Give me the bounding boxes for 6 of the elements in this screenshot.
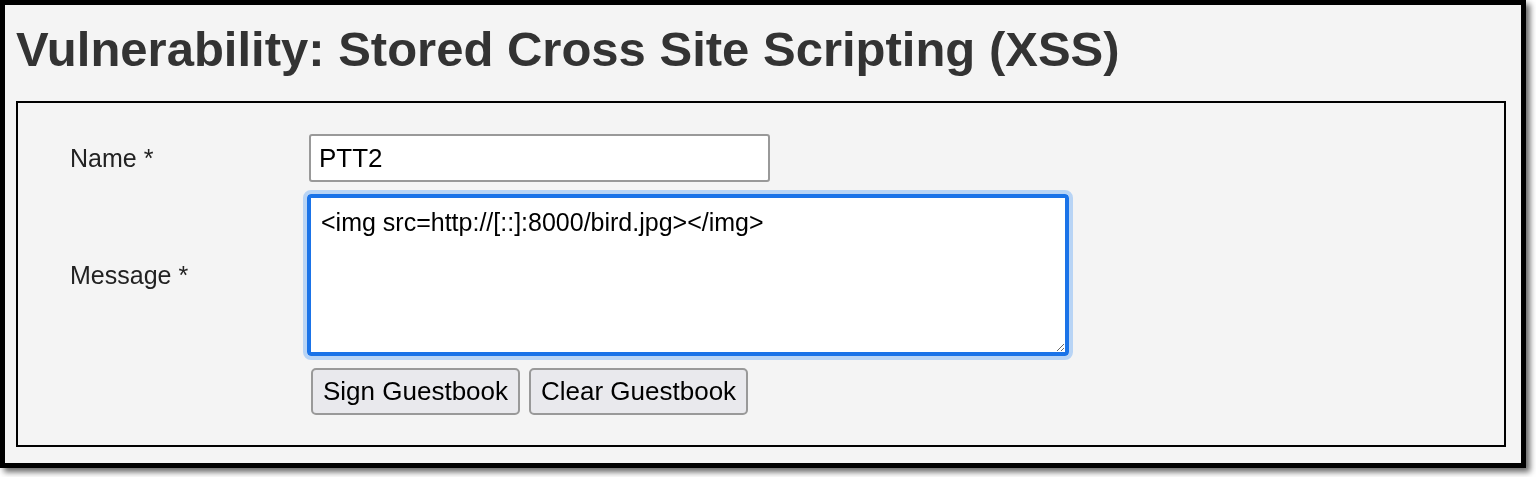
name-field[interactable]: PTT2 <box>309 134 770 182</box>
field-label: Name * <box>69 143 155 173</box>
guestbook-button[interactable]: Sign Guestbook <box>311 368 520 415</box>
field-label: Message * <box>69 260 190 290</box>
guestbook-button[interactable]: Clear Guestbook <box>529 368 749 415</box>
page-heading: Vulnerability: Stored Cross Site Scripting (XSS) <box>16 21 1121 78</box>
